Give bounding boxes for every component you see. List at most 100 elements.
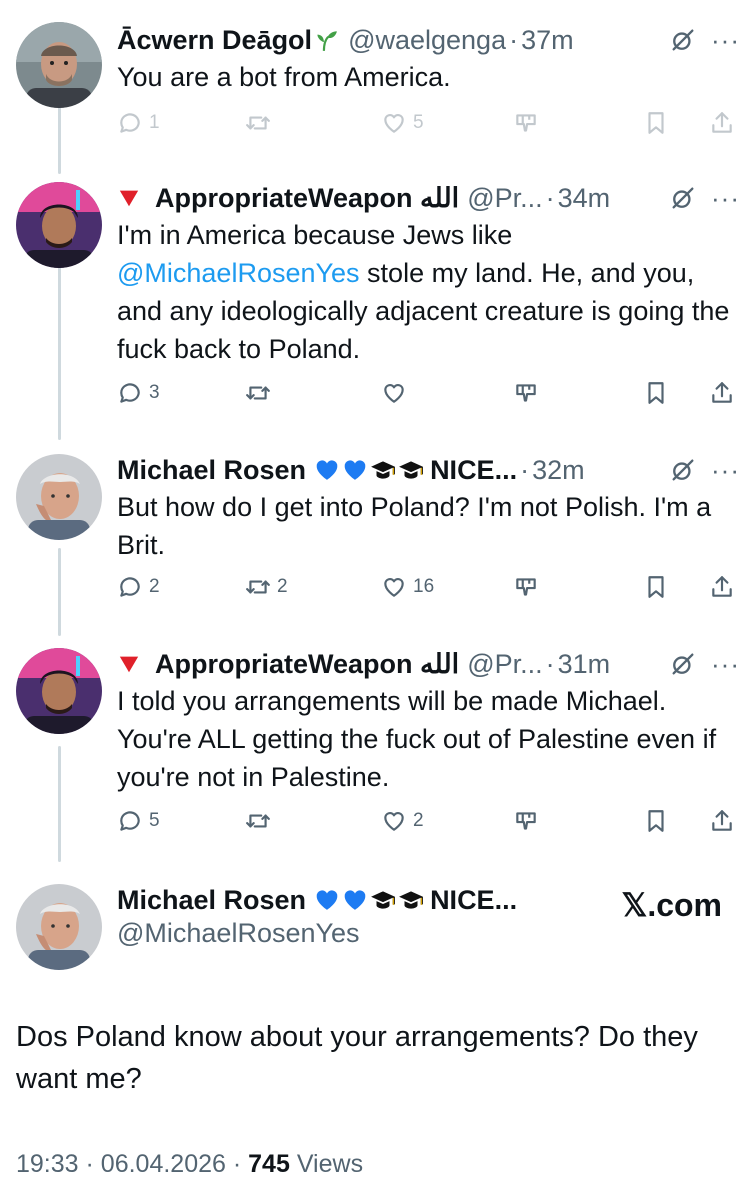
tweet-text: I told you arrangements will be made Mic… [117, 686, 717, 792]
graduation-cap-icon [370, 457, 396, 483]
action-bar: 1 5 [117, 110, 741, 144]
like-button[interactable]: 2 [381, 808, 424, 834]
reply-button[interactable]: 5 [117, 808, 160, 834]
tip-icon [513, 574, 539, 600]
timestamp[interactable]: 31m [558, 649, 611, 680]
timestamp[interactable]: 32m [532, 455, 585, 486]
author-name-suffix[interactable]: NICE... [430, 455, 517, 486]
graduation-cap-icon [370, 887, 396, 913]
share-button[interactable] [709, 380, 735, 406]
grok-icon[interactable] [669, 184, 697, 212]
more-icon[interactable]: ··· [711, 27, 740, 53]
share-icon [709, 574, 735, 600]
like-count: 2 [413, 810, 424, 831]
grok-icon[interactable] [669, 26, 697, 54]
bookmark-icon [643, 574, 669, 600]
retweet-button[interactable] [245, 110, 277, 136]
action-bar: 3 [117, 380, 741, 414]
tip-button[interactable] [513, 574, 539, 600]
red-triangle-icon [117, 653, 141, 675]
avatar[interactable] [16, 454, 102, 540]
author-name[interactable]: Ācwern Deāgol [117, 25, 312, 56]
blue-heart-icon [342, 887, 368, 913]
retweet-icon [245, 110, 271, 136]
reply-icon [117, 380, 143, 406]
separator: · [545, 182, 555, 213]
action-bar: 2 2 16 [117, 574, 741, 608]
author-name[interactable]: AppropriateWeapon الله [155, 649, 459, 680]
bookmark-icon [643, 380, 669, 406]
author-handle[interactable]: @waelgenga [348, 25, 506, 56]
more-icon[interactable]: ··· [711, 651, 740, 677]
tweet-text: But how do I get into Poland? I'm not Po… [117, 492, 712, 560]
more-icon[interactable]: ··· [711, 457, 740, 483]
grok-icon[interactable] [669, 456, 697, 484]
action-bar: 5 2 [117, 808, 741, 842]
tip-button[interactable] [513, 380, 539, 406]
thread-line [58, 746, 61, 862]
mention-link[interactable]: @MichaelRosenYes [117, 258, 360, 288]
like-button[interactable]: 5 [381, 110, 424, 136]
avatar[interactable] [16, 884, 102, 970]
post-date[interactable]: 06.04.2026 [101, 1150, 226, 1178]
grok-icon[interactable] [669, 650, 697, 678]
bookmark-button[interactable] [643, 380, 669, 406]
reply-button[interactable]: 3 [117, 380, 160, 406]
reply-count: 3 [149, 382, 160, 403]
reply-count: 2 [149, 576, 160, 597]
avatar[interactable] [16, 648, 102, 734]
author-handle[interactable]: @Pr... [467, 649, 542, 680]
reply-button[interactable]: 1 [117, 110, 160, 136]
share-button[interactable] [709, 808, 735, 834]
x-watermark: 𝕏.com [621, 887, 722, 923]
thread-line [58, 248, 61, 440]
tip-button[interactable] [513, 110, 539, 136]
retweet-icon [245, 574, 271, 600]
red-triangle-icon [117, 187, 141, 209]
separator: · [545, 648, 555, 679]
avatar[interactable] [16, 182, 102, 268]
retweet-button[interactable]: 2 [245, 574, 288, 600]
blue-heart-icon [314, 457, 340, 483]
like-button[interactable]: 16 [381, 574, 434, 600]
timestamp[interactable]: 37m [521, 25, 574, 56]
avatar[interactable] [16, 22, 102, 108]
like-icon [381, 574, 407, 600]
reply-count: 5 [149, 810, 160, 831]
bookmark-button[interactable] [643, 808, 669, 834]
bookmark-icon [643, 110, 669, 136]
like-count: 5 [413, 112, 424, 133]
more-icon[interactable]: ··· [711, 185, 740, 211]
post-time[interactable]: 19:33 [16, 1150, 79, 1178]
share-icon [709, 110, 735, 136]
bookmark-button[interactable] [643, 574, 669, 600]
like-count: 16 [413, 576, 435, 597]
author-name[interactable]: Michael Rosen [117, 885, 306, 916]
bookmark-button[interactable] [643, 110, 669, 136]
author-name-suffix[interactable]: NICE... [430, 885, 517, 916]
views-count: 745 [248, 1150, 290, 1178]
separator: · [85, 1150, 94, 1178]
share-icon [709, 380, 735, 406]
tip-icon [513, 808, 539, 834]
retweet-button[interactable] [245, 380, 277, 406]
share-button[interactable] [709, 110, 735, 136]
share-button[interactable] [709, 574, 735, 600]
tweet-meta: 19:33 · 06.04.2026 · 745 Views [16, 1150, 363, 1179]
like-button[interactable] [381, 380, 413, 406]
reply-icon [117, 110, 143, 136]
author-handle[interactable]: @Pr... [467, 183, 542, 214]
timestamp[interactable]: 34m [558, 183, 611, 214]
tip-button[interactable] [513, 808, 539, 834]
tweet-text: You are a bot from America. [117, 62, 451, 92]
blue-heart-icon [314, 887, 340, 913]
author-name[interactable]: Michael Rosen [117, 455, 306, 486]
like-icon [381, 808, 407, 834]
graduation-cap-icon [398, 457, 424, 483]
reply-button[interactable]: 2 [117, 574, 160, 600]
separator: · [232, 1150, 242, 1178]
author-name[interactable]: AppropriateWeapon الله [155, 183, 459, 214]
retweet-icon [245, 808, 271, 834]
share-icon [709, 808, 735, 834]
retweet-button[interactable] [245, 808, 277, 834]
